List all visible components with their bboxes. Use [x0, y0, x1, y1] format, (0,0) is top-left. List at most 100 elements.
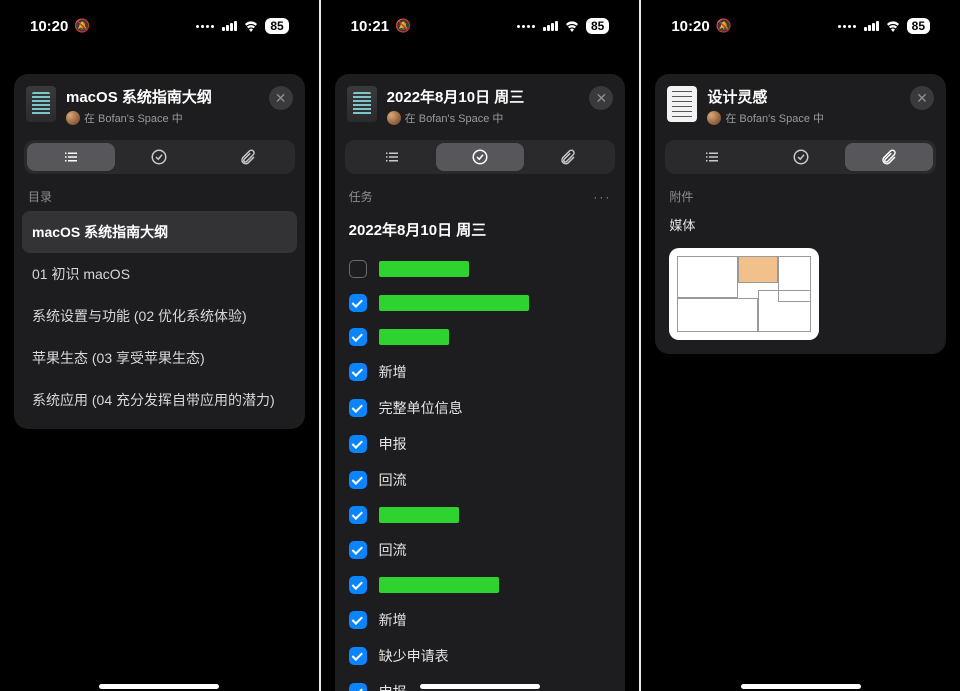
outline-item[interactable]: 系统应用 (04 充分发挥自带应用的潜力) [22, 379, 297, 421]
task-label: 回流 [379, 470, 407, 490]
task-item[interactable] [349, 498, 612, 532]
card-title: macOS 系统指南大纲 [66, 86, 259, 107]
status-bar: 10:21 🔕 85 [325, 4, 636, 48]
list-icon [703, 148, 721, 166]
bell-slash-icon: 🔕 [74, 18, 90, 34]
tab-attachments[interactable] [203, 143, 291, 171]
outline-item[interactable]: macOS 系统指南大纲 [22, 211, 297, 253]
attachment-thumbnail[interactable] [669, 248, 819, 340]
list-icon [383, 148, 401, 166]
phone-screenshot: 10:20 🔕 85 macOS 系统指南大纲 [0, 0, 321, 691]
signal-bars-icon [543, 21, 558, 31]
tab-outline[interactable] [27, 143, 115, 171]
task-item[interactable]: 完整单位信息 [349, 390, 612, 426]
signal-dots-icon [517, 25, 535, 28]
home-indicator[interactable] [741, 684, 861, 689]
task-checkbox[interactable] [349, 647, 367, 665]
task-item[interactable] [349, 320, 612, 354]
note-card: 设计灵感 在 Bofan's Space 中 ✕ [655, 74, 946, 354]
redacted-text [379, 577, 499, 593]
task-list: 2022年8月10日 周三 新增完整单位信息申报回流回流新增缺少申请表申报回流 [335, 211, 626, 691]
home-indicator[interactable] [99, 684, 219, 689]
redacted-text [379, 507, 459, 523]
task-label: 新增 [379, 362, 407, 382]
document-icon [26, 86, 56, 122]
tab-tasks[interactable] [436, 143, 524, 171]
check-circle-icon [792, 148, 810, 166]
wifi-icon [243, 20, 259, 32]
note-card: macOS 系统指南大纲 在 Bofan's Space 中 ✕ [14, 74, 305, 429]
outline-list: macOS 系统指南大纲 01 初识 macOS 系统设置与功能 (02 优化系… [14, 211, 305, 421]
outline-item[interactable]: 系统设置与功能 (02 优化系统体验) [22, 295, 297, 337]
tab-outline[interactable] [668, 143, 756, 171]
phone-screenshot: 10:21 🔕 85 2022年8月10日 周三 [321, 0, 642, 691]
tab-attachments[interactable] [524, 143, 612, 171]
check-circle-icon [150, 148, 168, 166]
signal-dots-icon [196, 25, 214, 28]
card-subtitle: 在 Bofan's Space 中 [66, 110, 259, 126]
card-subtitle: 在 Bofan's Space 中 [707, 110, 900, 126]
tab-tasks[interactable] [757, 143, 845, 171]
task-item[interactable] [349, 286, 612, 320]
task-label: 回流 [379, 540, 407, 560]
task-checkbox[interactable] [349, 399, 367, 417]
tab-outline[interactable] [348, 143, 436, 171]
task-item[interactable]: 新增 [349, 354, 612, 390]
signal-bars-icon [222, 21, 237, 31]
outline-item[interactable]: 苹果生态 (03 享受苹果生态) [22, 337, 297, 379]
task-checkbox[interactable] [349, 683, 367, 691]
task-item[interactable] [349, 252, 612, 286]
tab-attachments[interactable] [845, 143, 933, 171]
avatar-icon [387, 111, 401, 125]
task-checkbox[interactable] [349, 363, 367, 381]
task-checkbox[interactable] [349, 471, 367, 489]
check-circle-icon [471, 148, 489, 166]
status-time: 10:20 [30, 18, 68, 35]
task-checkbox[interactable] [349, 611, 367, 629]
task-checkbox[interactable] [349, 260, 367, 278]
status-bar: 10:20 🔕 85 [4, 4, 315, 48]
signal-bars-icon [864, 21, 879, 31]
close-button[interactable]: ✕ [589, 86, 613, 110]
task-item[interactable]: 回流 [349, 462, 612, 498]
task-item[interactable]: 回流 [349, 532, 612, 568]
home-indicator[interactable] [420, 684, 540, 689]
task-checkbox[interactable] [349, 435, 367, 453]
task-checkbox[interactable] [349, 294, 367, 312]
task-checkbox[interactable] [349, 506, 367, 524]
view-segmented-control [665, 140, 936, 174]
task-label: 新增 [379, 610, 407, 630]
task-list-heading: 2022年8月10日 周三 [349, 211, 612, 252]
outline-item[interactable]: 01 初识 macOS [22, 253, 297, 295]
section-label: 任务 [349, 188, 373, 205]
task-label: 申报 [379, 682, 407, 691]
task-checkbox[interactable] [349, 541, 367, 559]
battery-badge: 85 [586, 18, 609, 34]
battery-badge: 85 [265, 18, 288, 34]
document-icon [667, 86, 697, 122]
signal-dots-icon [838, 25, 856, 28]
note-card: 2022年8月10日 周三 在 Bofan's Space 中 ✕ [335, 74, 626, 691]
card-title: 2022年8月10日 周三 [387, 86, 580, 107]
avatar-icon [66, 111, 80, 125]
task-label: 完整单位信息 [379, 398, 463, 418]
close-button[interactable]: ✕ [269, 86, 293, 110]
task-checkbox[interactable] [349, 328, 367, 346]
task-item[interactable] [349, 568, 612, 602]
avatar-icon [707, 111, 721, 125]
task-label: 缺少申请表 [379, 646, 449, 666]
task-item[interactable]: 申报 [349, 426, 612, 462]
paperclip-icon [239, 148, 257, 166]
section-label: 目录 [28, 188, 52, 205]
task-item[interactable]: 新增 [349, 602, 612, 638]
close-button[interactable]: ✕ [910, 86, 934, 110]
card-subtitle: 在 Bofan's Space 中 [387, 110, 580, 126]
bell-slash-icon: 🔕 [716, 18, 732, 34]
more-button[interactable]: ··· [593, 190, 611, 204]
tab-tasks[interactable] [115, 143, 203, 171]
wifi-icon [564, 20, 580, 32]
task-checkbox[interactable] [349, 576, 367, 594]
battery-badge: 85 [907, 18, 930, 34]
wifi-icon [885, 20, 901, 32]
task-item[interactable]: 缺少申请表 [349, 638, 612, 674]
